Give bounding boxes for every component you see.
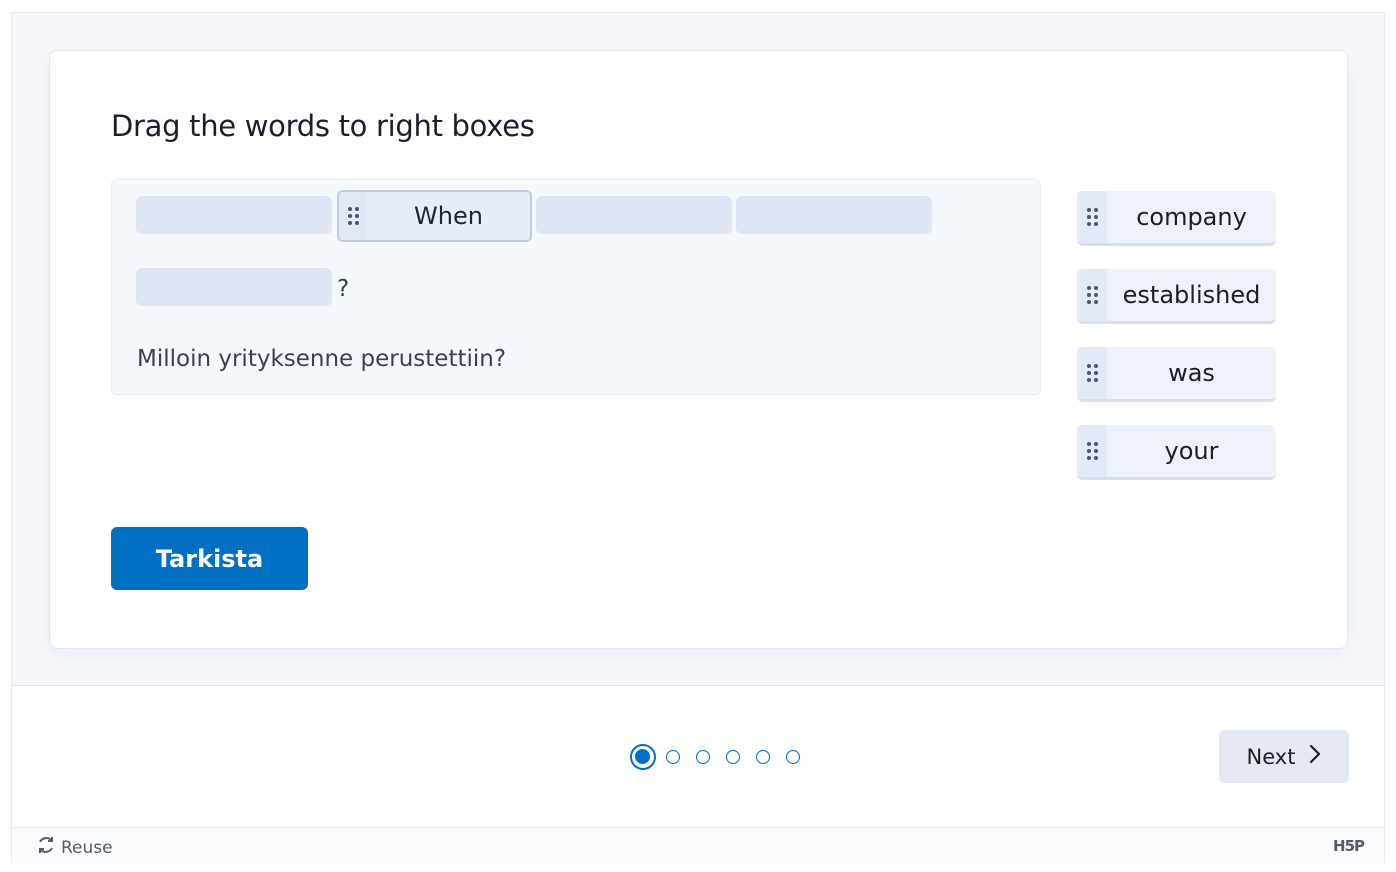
word-bank-item-established[interactable]: established [1077, 269, 1276, 324]
slide-dot-6[interactable] [786, 750, 800, 764]
content-stage: Drag the words to right boxes When ? Mil… [12, 13, 1384, 686]
footer-bar: Reuse H5P [12, 827, 1384, 863]
word-bank-item-was[interactable]: was [1077, 347, 1276, 402]
next-label: Next [1246, 744, 1296, 769]
reuse-label: Reuse [61, 837, 113, 858]
navigation-bar: Next [12, 687, 1384, 827]
dropzone-3[interactable] [536, 196, 732, 234]
dropzone-5[interactable] [136, 268, 332, 306]
drag-handle-icon[interactable] [1077, 347, 1107, 399]
next-button[interactable]: Next [1219, 730, 1349, 783]
drag-handle-icon[interactable] [1077, 191, 1107, 243]
word-label: your [1164, 437, 1219, 465]
word-label: was [1168, 359, 1215, 387]
word-bank-item-your[interactable]: your [1077, 425, 1276, 480]
placed-word-label: When [414, 202, 483, 230]
h5p-frame: Drag the words to right boxes When ? Mil… [11, 12, 1385, 863]
drag-handle-icon[interactable] [339, 192, 367, 240]
chevron-right-icon [1309, 744, 1321, 770]
slide-dot-5[interactable] [756, 750, 770, 764]
sentence-area: When ? Milloin yrityksenne perustettiin? [111, 179, 1041, 395]
translation-text: Milloin yrityksenne perustettiin? [137, 346, 507, 372]
task-title: Drag the words to right boxes [111, 109, 535, 143]
task-card: Drag the words to right boxes When ? Mil… [49, 50, 1348, 649]
drag-handle-icon[interactable] [1077, 269, 1107, 321]
slide-dot-1[interactable] [630, 744, 656, 770]
word-label: established [1122, 281, 1261, 309]
drag-handle-icon[interactable] [1077, 425, 1107, 477]
reuse-icon [37, 836, 55, 859]
word-label: company [1136, 203, 1247, 231]
question-mark: ? [337, 276, 350, 302]
dropzone-4[interactable] [736, 196, 932, 234]
slide-dot-4[interactable] [726, 750, 740, 764]
dropzone-1[interactable] [136, 196, 332, 234]
slide-dot-3[interactable] [696, 750, 710, 764]
slide-progress-dots [630, 744, 816, 770]
reuse-button[interactable]: Reuse [37, 836, 113, 859]
h5p-logo: H5P [1333, 837, 1365, 855]
slide-dot-2[interactable] [666, 750, 680, 764]
placed-word[interactable]: When [337, 190, 532, 242]
word-bank-item-company[interactable]: company [1077, 191, 1276, 246]
check-button[interactable]: Tarkista [111, 527, 308, 590]
